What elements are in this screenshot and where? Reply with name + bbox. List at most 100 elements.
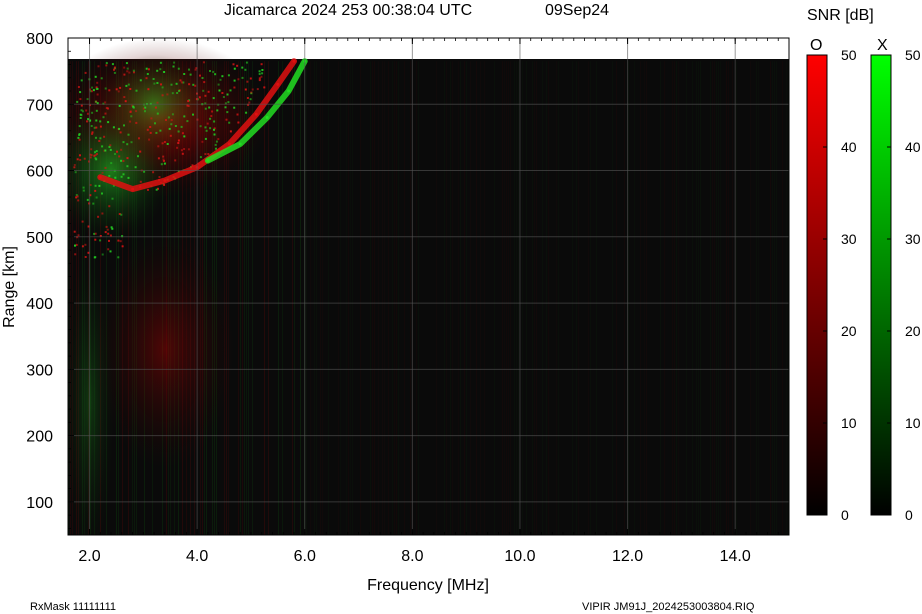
echo-speckle [216,109,219,112]
echo-speckle [157,145,160,148]
echo-speckle [112,126,115,129]
noise-stripe [678,61,679,535]
echo-speckle [127,176,130,179]
y-axis-label: Range [km] [1,246,18,328]
echo-speckle [149,131,152,134]
echo-speckle [95,158,98,161]
noise-stripe [508,61,509,535]
noise-stripe [404,61,405,535]
ionogram-figure: Jicamarca 2024 253 00:38:04 UTC 09Sep24 … [1,2,921,613]
noise-stripe [558,61,559,535]
noise-stripe [640,61,641,535]
echo-speckle [204,137,207,140]
trace-point [238,142,242,146]
echo-speckle [233,67,236,70]
echo-speckle [146,128,149,131]
noise-stripe [494,61,495,535]
echo-speckle [139,180,142,183]
noise-stripe [588,61,589,535]
echo-speckle [165,119,167,121]
noise-stripe [576,61,577,535]
echo-speckle [113,68,115,71]
echo-speckle [118,155,121,158]
echo-speckle [176,92,179,94]
echo-speckle [94,189,97,192]
noise-stripe [374,61,375,535]
echo-speckle [161,94,164,97]
echo-speckle [210,115,213,117]
noise-stripe [676,61,677,535]
echo-speckle [120,159,123,162]
echo-speckle [208,106,211,109]
echo-speckle [111,197,114,200]
noise-stripe [726,61,727,535]
trace-point [131,187,135,191]
echo-speckle [137,155,139,158]
echo-speckle [251,88,254,91]
noise-stripe [444,61,445,535]
echo-speckle [232,63,235,66]
echo-speckle [167,116,170,119]
echo-speckle [263,86,266,89]
echo-speckle [202,89,205,92]
echo-speckle [158,176,161,178]
echo-speckle [192,113,194,116]
echo-speckle [258,79,261,82]
noise-stripe [692,61,693,535]
echo-speckle [207,153,210,155]
echo-speckle [163,183,166,186]
echo-speckle [93,256,96,259]
echo-speckle [76,195,79,198]
echo-speckle [162,158,165,161]
echo-speckle [178,89,181,92]
echo-speckle [161,86,164,89]
echo-speckle [171,92,174,95]
echo-speckle [229,130,232,133]
noise-stripe [522,61,523,535]
echo-speckle [107,232,110,235]
echo-speckle [77,199,80,202]
noise-stripe [436,61,437,535]
echo-speckle [129,111,132,113]
echo-speckle [127,133,130,136]
echo-speckle [156,69,159,72]
echo-speckle [94,184,97,187]
echo-speckle [187,105,190,107]
echo-speckle [159,68,162,71]
x-tick-label: 12.0 [612,548,643,565]
echo-speckle [78,138,81,141]
noise-stripe [686,61,687,535]
colorbar-tick-label: 40 [905,139,921,155]
echo-speckle [73,230,76,233]
echo-speckle [170,119,173,121]
echo-speckle [104,149,107,152]
echo-speckle [90,148,93,151]
noise-stripe [346,61,347,535]
noise-stripe [720,61,721,535]
noise-stripe [476,61,477,535]
echo-speckle [180,125,183,128]
echo-speckle [114,153,116,155]
echo-speckle [170,83,173,86]
noise-stripe [616,61,617,535]
echo-speckle [192,83,195,86]
noise-stripe [458,61,459,535]
echo-speckle [161,142,164,145]
echo-speckle [109,148,112,151]
echo-speckle [107,121,110,124]
echo-speckle [258,77,261,80]
noise-stripe [572,61,573,535]
noise-stripe [460,61,461,535]
echo-speckle [225,118,228,121]
echo-speckle [180,81,183,84]
echo-speckle [77,234,80,237]
colorbar-tick-label: 0 [841,507,849,523]
echo-speckle [108,89,111,92]
echo-speckle [183,135,186,138]
echo-speckle [84,243,87,246]
echo-speckle [261,72,264,75]
echo-speckle [241,76,244,79]
echo-speckle [123,96,126,99]
echo-speckle [111,63,114,66]
echo-speckle [147,68,150,71]
